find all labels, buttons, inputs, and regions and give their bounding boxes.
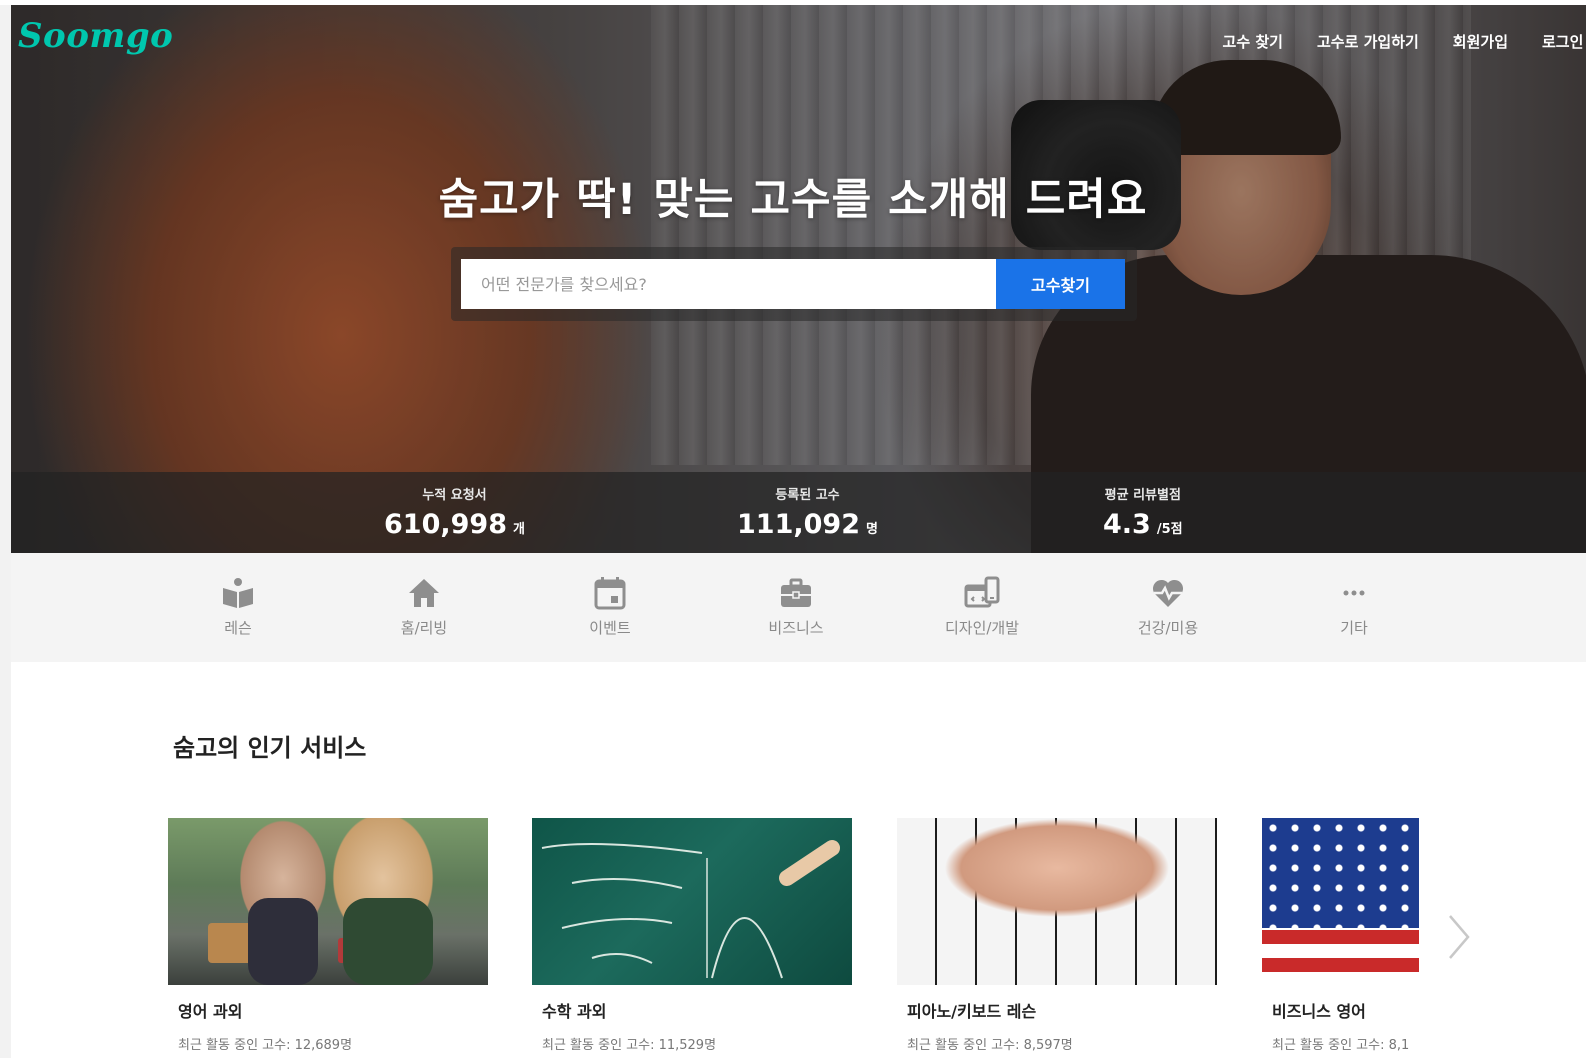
- nav-signup[interactable]: 회원가입: [1453, 31, 1508, 52]
- category-event[interactable]: 이벤트: [550, 575, 670, 638]
- home-icon: [409, 579, 439, 607]
- nav-login[interactable]: 로그인: [1542, 31, 1586, 52]
- stat-requests: 누적 요청서 610,998 개: [384, 484, 525, 540]
- calendar-icon: [594, 577, 626, 610]
- stat-rating: 평균 리뷰별점 4.3/5점: [1103, 484, 1183, 540]
- soomgo-logo[interactable]: Soomgo: [18, 16, 173, 56]
- category-label: 홈/리빙: [400, 619, 448, 637]
- service-title: 피아노/키보드 레슨: [907, 1002, 1037, 1021]
- category-home-living[interactable]: 홈/리빙: [364, 575, 484, 638]
- search-button[interactable]: 고수찾기: [996, 259, 1125, 309]
- service-image: [168, 818, 488, 985]
- heart-pulse-icon: [1152, 579, 1184, 607]
- service-meta: 최근 활동 중인 고수: 11,529명: [542, 1038, 717, 1053]
- service-image: [897, 818, 1217, 985]
- stat-label: 누적 요청서: [422, 488, 487, 503]
- category-design-dev[interactable]: 디자인/개발: [922, 575, 1042, 638]
- top-edge: [0, 0, 1586, 5]
- left-gutter: [0, 0, 11, 1058]
- design-dev-icon: [964, 576, 1000, 608]
- service-meta: 최근 활동 중인 고수: 12,689명: [178, 1038, 353, 1053]
- service-image: [1262, 818, 1419, 985]
- stat-value: 4.3: [1103, 509, 1151, 540]
- category-label: 건강/미용: [1137, 619, 1199, 637]
- stat-unit: 개: [512, 522, 525, 537]
- service-meta: 최근 활동 중인 고수: 8,597명: [907, 1038, 1073, 1053]
- service-card-math[interactable]: 수학 과외 최근 활동 중인 고수: 11,529명: [532, 818, 852, 1053]
- service-card-piano[interactable]: 피아노/키보드 레슨 최근 활동 중인 고수: 8,597명: [897, 818, 1217, 1053]
- service-image: [532, 818, 852, 985]
- hero-headline: 숨고가 딱! 맞는 고수를 소개해 드려요: [438, 175, 1148, 225]
- category-etc[interactable]: 기타: [1294, 575, 1414, 638]
- category-lesson[interactable]: 레슨: [178, 575, 298, 638]
- flag-canton: [1262, 818, 1419, 928]
- service-title: 영어 과외: [178, 1002, 243, 1021]
- stat-pros: 등록된 고수 111,092 명: [737, 484, 878, 540]
- service-title: 수학 과외: [542, 1002, 607, 1021]
- category-business[interactable]: 비즈니스: [736, 575, 856, 638]
- section-title: 숨고의 인기 서비스: [173, 734, 367, 762]
- category-label: 이벤트: [589, 619, 631, 637]
- stat-unit: 명: [865, 522, 878, 537]
- category-label: 기타: [1340, 619, 1368, 637]
- category-label: 비즈니스: [768, 619, 824, 637]
- nav-find-pro[interactable]: 고수 찾기: [1223, 31, 1283, 52]
- more-icon: [1343, 590, 1365, 596]
- nav-join-as-pro[interactable]: 고수로 가입하기: [1317, 31, 1419, 52]
- service-card-business-english[interactable]: 비즈니스 영어 최근 활동 중인 고수: 8,1: [1262, 818, 1419, 1053]
- service-meta: 최근 활동 중인 고수: 8,1: [1272, 1038, 1410, 1053]
- stat-value: 610,998: [384, 509, 507, 540]
- category-health-beauty[interactable]: 건강/미용: [1108, 575, 1228, 638]
- search-input[interactable]: [461, 259, 996, 309]
- service-title: 비즈니스 영어: [1272, 1002, 1366, 1021]
- stat-label: 평균 리뷰별점: [1104, 488, 1181, 503]
- stat-unit: /5점: [1156, 522, 1183, 537]
- chevron-right-icon[interactable]: [1444, 912, 1474, 962]
- service-card-english[interactable]: 영어 과외 최근 활동 중인 고수: 12,689명: [168, 818, 488, 1053]
- top-nav: 고수 찾기 고수로 가입하기 회원가입 로그인: [1223, 31, 1586, 52]
- category-label: 레슨: [224, 619, 252, 637]
- book-reader-icon: [223, 578, 253, 608]
- category-label: 디자인/개발: [944, 619, 1020, 637]
- stat-value: 111,092: [737, 509, 860, 540]
- briefcase-icon: [781, 578, 811, 607]
- stat-label: 등록된 고수: [775, 488, 840, 503]
